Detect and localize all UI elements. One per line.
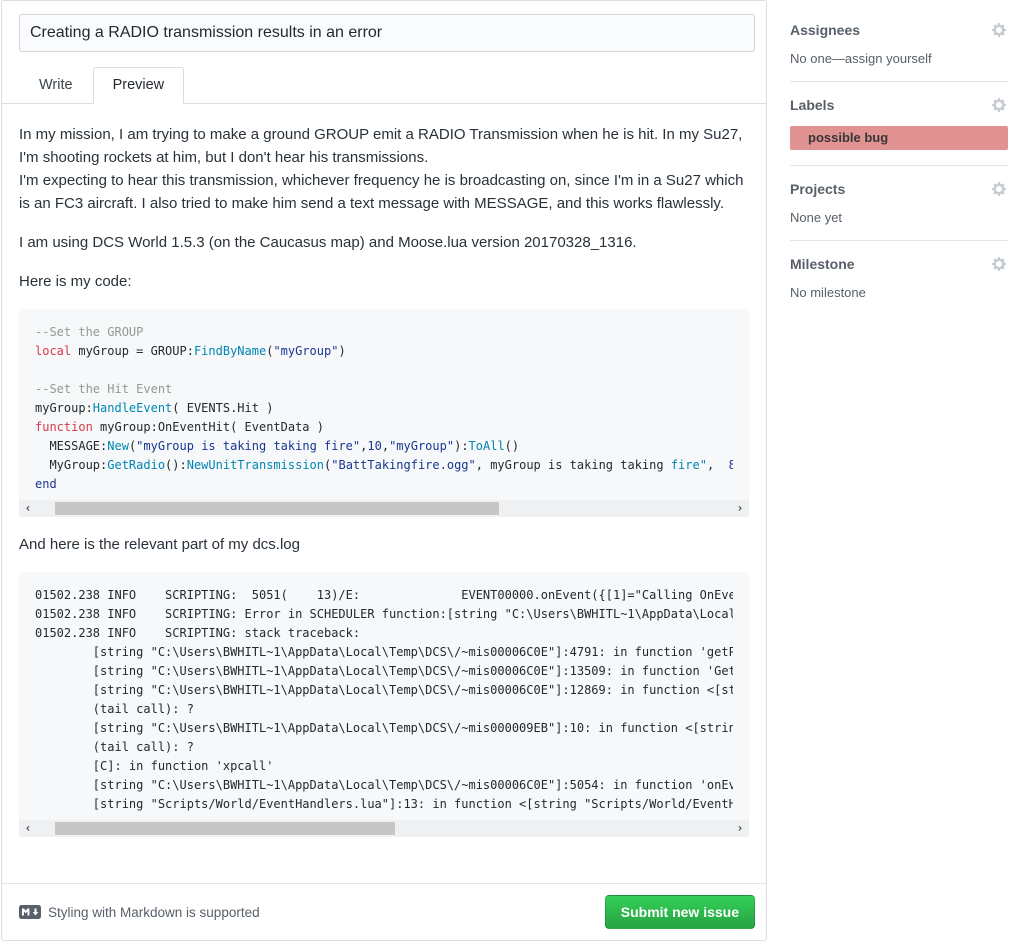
gear-icon[interactable] [992, 22, 1008, 38]
submit-new-issue-button[interactable]: Submit new issue [605, 895, 755, 929]
scrollbar-track[interactable] [37, 820, 731, 837]
issue-title-row [2, 1, 766, 52]
scrollbar-thumb[interactable] [55, 822, 395, 835]
labels-heading: Labels [790, 97, 834, 113]
gear-icon[interactable] [992, 181, 1008, 197]
issue-form-card: WritePreview In my mission, I am trying … [1, 0, 767, 941]
gear-icon[interactable] [992, 97, 1008, 113]
issue-preview-body: In my mission, I am trying to make a gro… [2, 104, 766, 883]
assignees-value[interactable]: No one—assign yourself [790, 51, 1008, 66]
milestone-heading: Milestone [790, 256, 855, 272]
lua-code-block: --Set the GROUPlocal myGroup = GROUP:Fin… [19, 309, 749, 517]
sidebar-section-assignees: Assignees No one—assign yourself [790, 22, 1008, 82]
projects-heading: Projects [790, 181, 845, 197]
issue-title-input[interactable] [19, 14, 755, 52]
log-code-scrollbar[interactable]: ‹› [19, 820, 749, 837]
body-paragraph: I am using DCS World 1.5.3 (on the Cauca… [19, 231, 749, 254]
log-code-lines: 01502.238 INFO SCRIPTING: 5051( 13)/E: E… [19, 572, 749, 820]
body-paragraph: In my mission, I am trying to make a gro… [19, 123, 749, 215]
markdown-icon [19, 905, 41, 919]
markdown-support-note: Styling with Markdown is supported [19, 905, 260, 920]
scroll-right-icon[interactable]: › [731, 500, 749, 517]
issue-form-footer: Styling with Markdown is supported Submi… [2, 883, 766, 940]
sidebar-section-projects: Projects None yet [790, 181, 1008, 241]
new-issue-page: WritePreview In my mission, I am trying … [0, 0, 1025, 944]
lua-code-scrollbar[interactable]: ‹› [19, 500, 749, 517]
milestone-value: No milestone [790, 285, 1008, 300]
scroll-right-icon[interactable]: › [731, 820, 749, 837]
log-code-block: 01502.238 INFO SCRIPTING: 5051( 13)/E: E… [19, 572, 749, 837]
sidebar-section-labels: Labels possible bug [790, 97, 1008, 166]
body-paragraph: Here is my code: [19, 270, 749, 293]
tab-write[interactable]: Write [19, 67, 93, 104]
markdown-note-text: Styling with Markdown is supported [48, 905, 260, 920]
assignees-heading: Assignees [790, 22, 860, 38]
scrollbar-thumb[interactable] [55, 502, 499, 515]
scroll-left-icon[interactable]: ‹ [19, 500, 37, 517]
scroll-left-icon[interactable]: ‹ [19, 820, 37, 837]
scrollbar-track[interactable] [37, 500, 731, 517]
gear-icon[interactable] [992, 256, 1008, 272]
lua-code-lines: --Set the GROUPlocal myGroup = GROUP:Fin… [19, 309, 749, 500]
body-paragraph: And here is the relevant part of my dcs.… [19, 533, 749, 556]
issue-sidebar: Assignees No one—assign yourself Labels … [790, 0, 1008, 330]
projects-value: None yet [790, 210, 1008, 225]
label-possible-bug[interactable]: possible bug [790, 126, 1008, 150]
sidebar-section-milestone: Milestone No milestone [790, 256, 1008, 315]
tab-preview[interactable]: Preview [93, 67, 185, 104]
write-preview-tabs: WritePreview [2, 67, 766, 104]
